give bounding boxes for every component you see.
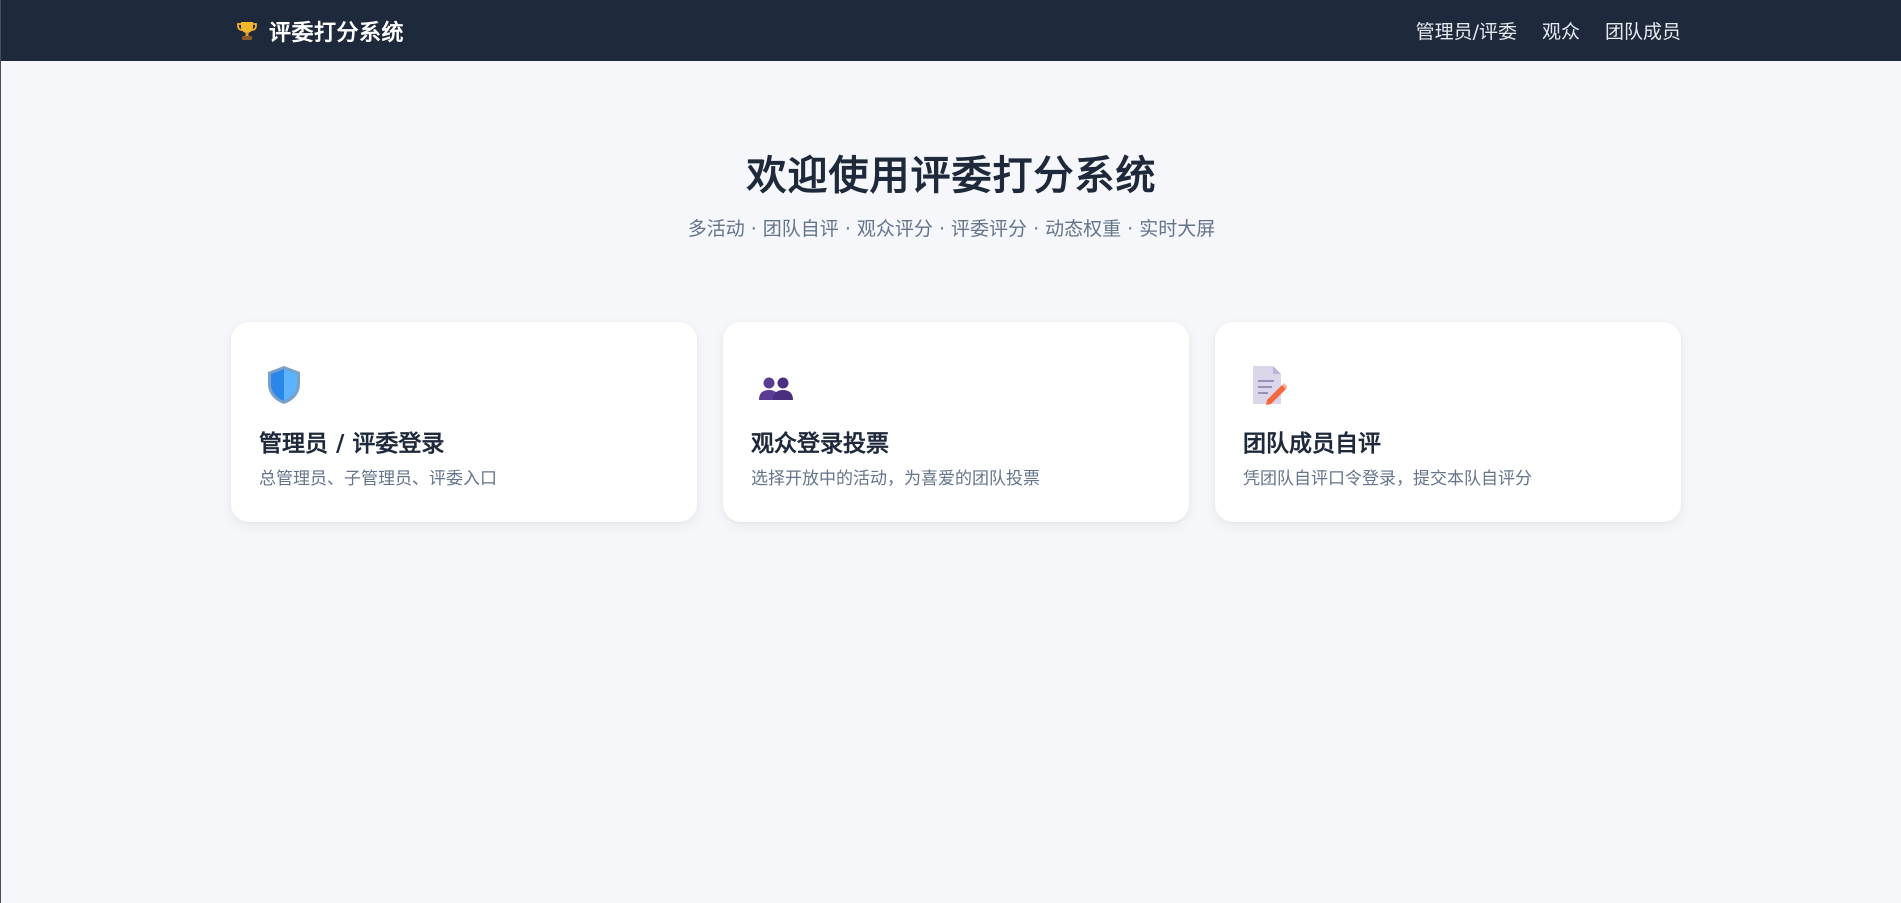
nav-link-admin-judge[interactable]: 管理员/评委: [1416, 17, 1517, 44]
card-title: 管理员 / 评委登录: [259, 431, 445, 457]
nav-link-team-member[interactable]: 团队成员: [1605, 17, 1681, 44]
card-title: 观众登录投票: [751, 431, 889, 457]
card-description: 选择开放中的活动，为喜爱的团队投票: [751, 469, 1040, 489]
nav-links: 管理员/评委 观众 团队成员: [1391, 17, 1681, 44]
memo-icon: [1253, 366, 1287, 405]
hero-subtitle: 多活动 · 团队自评 · 观众评分 · 评委评分 · 动态权重 · 实时大屏: [687, 218, 1216, 240]
app-title: 评委打分系统: [269, 20, 405, 46]
shield-icon: [268, 366, 300, 404]
hero-title: 欢迎使用评委打分系统: [746, 153, 1157, 199]
entry-cards: 管理员 / 评委登录 总管理员、子管理员、评委入口 观众登录投票 选择开放中的活…: [231, 322, 1681, 522]
trophy-icon: [237, 21, 257, 40]
nav-link-audience[interactable]: 观众: [1542, 17, 1580, 44]
navbar-inner: 评委打分系统 管理员/评委 观众 团队成员: [231, 0, 1681, 61]
card-team-self-evaluation[interactable]: 团队成员自评 凭团队自评口令登录，提交本队自评分: [1215, 322, 1681, 522]
card-description: 凭团队自评口令登录，提交本队自评分: [1243, 469, 1532, 489]
users-icon: [759, 377, 793, 400]
brand[interactable]: 评委打分系统: [231, 15, 404, 47]
top-navbar: 评委打分系统 管理员/评委 观众 团队成员: [1, 0, 1901, 61]
card-admin-judge-login[interactable]: 管理员 / 评委登录 总管理员、子管理员、评委入口: [231, 322, 697, 522]
card-audience-vote[interactable]: 观众登录投票 选择开放中的活动，为喜爱的团队投票: [723, 322, 1189, 522]
page: 评委打分系统 管理员/评委 观众 团队成员 欢迎使用评委打分系统 多活动 · 团…: [0, 0, 1901, 903]
card-title: 团队成员自评: [1243, 431, 1381, 457]
card-description: 总管理员、子管理员、评委入口: [259, 469, 497, 489]
